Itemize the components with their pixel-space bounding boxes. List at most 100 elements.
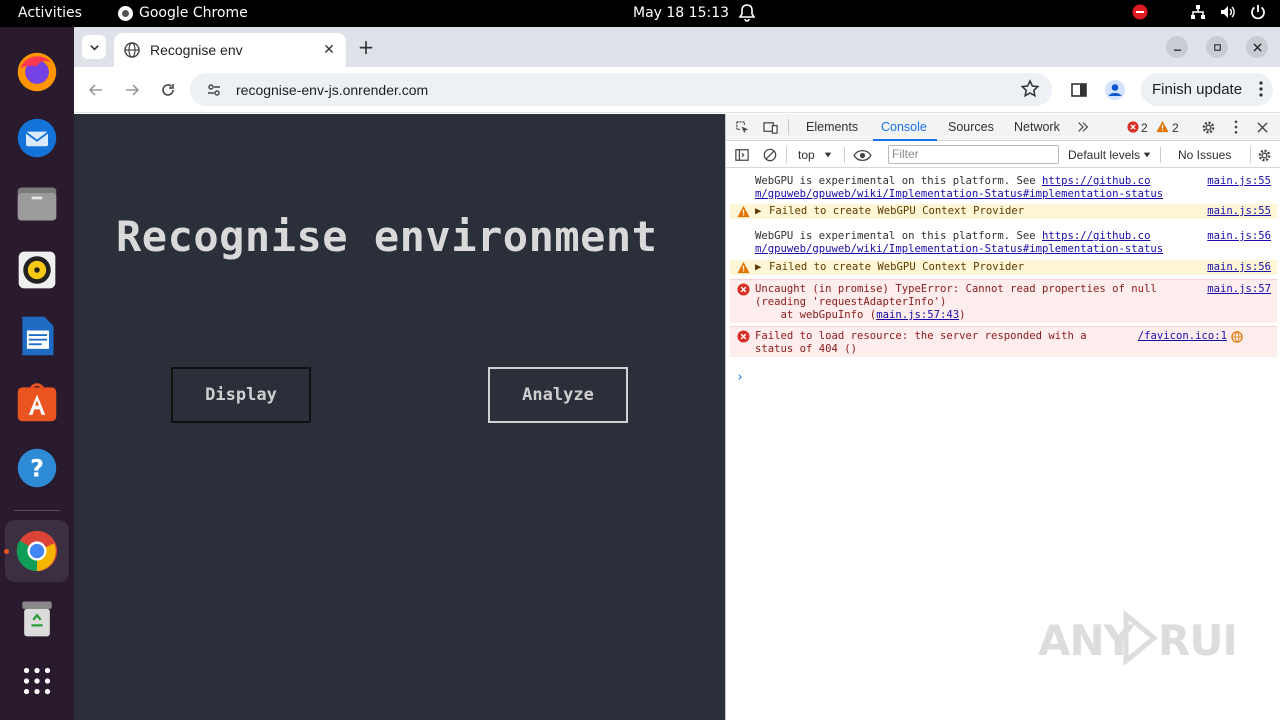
message-link[interactable]: m/gpuweb/gpuweb/wiki/Implementation-Stat… (755, 243, 1163, 256)
volume-icon[interactable] (1220, 4, 1236, 20)
message-source-link[interactable]: main.js:55 (1207, 175, 1271, 188)
page-title: Recognise environment (116, 212, 658, 261)
sidebar-toggle-icon[interactable] (734, 147, 750, 163)
svg-text:ANY: ANY (1038, 616, 1135, 665)
network-request-icon[interactable] (1231, 331, 1243, 343)
chrome-icon (118, 5, 133, 21)
address-bar[interactable]: recognise-env-js.onrender.com (190, 73, 1052, 106)
error-count-icon[interactable] (1126, 120, 1139, 133)
files-icon[interactable] (13, 180, 61, 228)
console-message-warning[interactable]: ▶ Failed to create WebGPU Context Provid… (730, 204, 1277, 219)
issues-button[interactable]: No Issues (1178, 148, 1231, 162)
message-link[interactable]: https://github.co (1042, 230, 1150, 242)
console-message-warning[interactable]: ▶ Failed to create WebGPU Context Provid… (730, 260, 1277, 275)
url-text[interactable]: recognise-env-js.onrender.com (236, 82, 428, 98)
more-tabs-icon[interactable] (1075, 119, 1091, 135)
new-tab-button[interactable]: + (354, 35, 378, 59)
log-levels-dropdown[interactable]: Default levels (1068, 148, 1151, 162)
message-text: status of 404 () (755, 343, 858, 355)
message-source-link[interactable]: main.js:56 (1207, 261, 1271, 274)
restore-button[interactable] (1206, 36, 1228, 58)
recording-indicator-icon[interactable] (1132, 4, 1148, 20)
clock[interactable]: May 18 15:13 (633, 5, 729, 21)
message-text: Failed to create WebGPU Context Provider (769, 261, 1025, 273)
tab-search-button[interactable] (82, 35, 106, 59)
tab-elements[interactable]: Elements (806, 120, 858, 134)
warning-count-icon[interactable] (1156, 120, 1169, 133)
log-levels-label: Default levels (1068, 148, 1141, 162)
side-panel-icon[interactable] (1067, 78, 1091, 102)
app-menu[interactable]: Google Chrome (118, 5, 248, 21)
power-icon[interactable] (1250, 4, 1266, 20)
console-message-error[interactable]: Failed to load resource: the server resp… (730, 326, 1277, 357)
message-text: WebGPU is experimental on this platform.… (755, 175, 1043, 187)
tab-network[interactable]: Network (1014, 120, 1060, 134)
message-source-link[interactable]: /favicon.ico:1 (1138, 330, 1227, 343)
error-icon (737, 283, 750, 296)
context-label: top (798, 148, 815, 162)
message-source-link[interactable]: main.js:55 (1207, 205, 1271, 218)
tab-sources[interactable]: Sources (948, 120, 994, 134)
chrome-icon[interactable] (5, 520, 69, 582)
clear-console-icon[interactable] (762, 147, 778, 163)
close-tab-icon[interactable]: ✕ (318, 39, 340, 61)
console-message-info: WebGPU is experimental on this platform.… (730, 174, 1277, 202)
stack-trace-link[interactable]: main.js:57:43 (876, 309, 959, 321)
system-tray[interactable] (1132, 4, 1266, 20)
show-apps-icon[interactable] (13, 657, 61, 705)
site-info-icon[interactable] (204, 80, 224, 100)
minimize-button[interactable] (1166, 36, 1188, 58)
page-viewport: Recognise environment Display Analyze (74, 114, 725, 720)
kebab-menu-icon (1259, 81, 1263, 97)
live-expression-eye-icon[interactable] (852, 147, 872, 163)
console-message-error[interactable]: Uncaught (in promise) TypeError: Cannot … (730, 279, 1277, 323)
analyze-button[interactable]: Analyze (488, 367, 628, 423)
thunderbird-icon[interactable] (13, 114, 61, 162)
close-window-button[interactable] (1246, 36, 1268, 58)
devtools-tab-bar: Elements Console Sources Network 2 2 (726, 114, 1280, 141)
expand-triangle-icon[interactable]: ▶ (755, 261, 761, 274)
bookmark-star-icon[interactable] (1020, 79, 1040, 99)
reload-button[interactable] (156, 78, 180, 102)
device-toolbar-icon[interactable] (762, 119, 778, 135)
rhythmbox-icon[interactable] (13, 246, 61, 294)
forward-button[interactable] (120, 78, 144, 102)
libreoffice-writer-icon[interactable] (13, 312, 61, 360)
finish-update-button[interactable]: Finish update (1141, 73, 1273, 106)
tab-console[interactable]: Console (881, 120, 927, 134)
devtools-kebab-icon[interactable] (1228, 119, 1244, 135)
anyrun-watermark: ANY RUN (1038, 607, 1258, 669)
svg-text:?: ? (30, 454, 44, 482)
active-tab-indicator (873, 139, 937, 141)
message-source-link[interactable]: main.js:56 (1207, 230, 1271, 243)
help-icon[interactable]: ? (13, 444, 61, 492)
close-devtools-icon[interactable] (1254, 119, 1270, 135)
message-link[interactable]: https://github.co (1042, 175, 1150, 187)
message-text: Failed to create WebGPU Context Provider (769, 205, 1025, 217)
tab-title: Recognise env (150, 42, 243, 58)
profile-avatar-icon[interactable] (1103, 78, 1127, 102)
message-text: ) (959, 309, 966, 321)
network-icon[interactable] (1190, 4, 1206, 20)
inspect-element-icon[interactable] (734, 119, 750, 135)
console-settings-icon[interactable] (1256, 147, 1272, 163)
back-button[interactable] (84, 78, 108, 102)
dropdown-arrow-icon (824, 152, 832, 158)
settings-gear-icon[interactable] (1200, 119, 1216, 135)
context-selector[interactable]: top (798, 148, 832, 162)
tab-recognise-env[interactable]: Recognise env ✕ (114, 33, 346, 67)
message-source-link[interactable]: main.js:57 (1207, 283, 1271, 296)
activities-button[interactable]: Activities (18, 5, 82, 21)
trash-icon[interactable] (13, 594, 61, 642)
expand-triangle-icon[interactable]: ▶ (755, 205, 761, 218)
console-toolbar: top Filter Default levels No Issues (726, 142, 1280, 168)
message-text: WebGPU is experimental on this platform.… (755, 230, 1043, 242)
tab-strip: Recognise env ✕ + (74, 27, 1280, 67)
filter-input[interactable]: Filter (888, 145, 1059, 164)
console-prompt-icon[interactable]: › (736, 370, 744, 385)
app-center-icon[interactable] (13, 378, 61, 426)
message-link[interactable]: m/gpuweb/gpuweb/wiki/Implementation-Stat… (755, 188, 1163, 201)
display-button[interactable]: Display (171, 367, 311, 423)
notification-bell-icon[interactable] (738, 4, 756, 22)
firefox-icon[interactable] (13, 48, 61, 96)
